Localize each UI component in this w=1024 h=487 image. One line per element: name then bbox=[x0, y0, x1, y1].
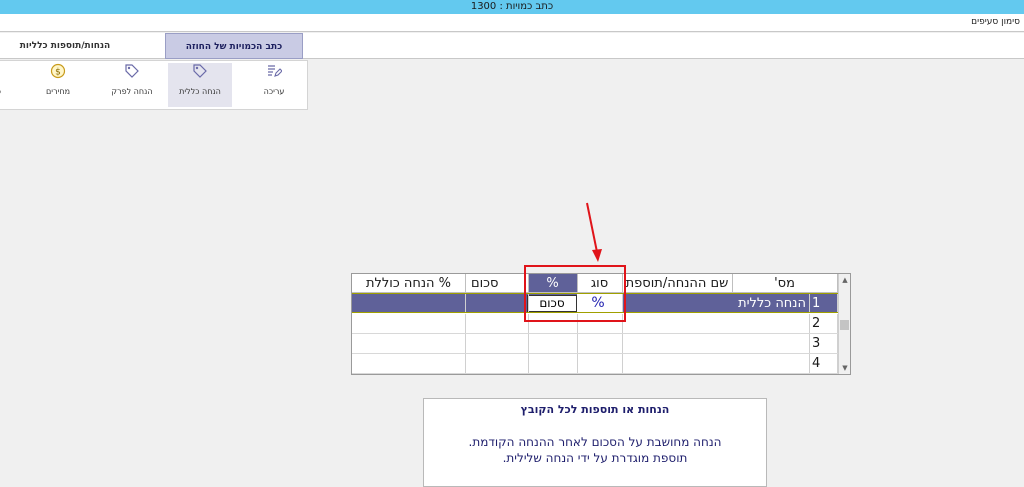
row-total bbox=[352, 294, 466, 312]
row-name[interactable] bbox=[622, 334, 810, 353]
header-amount: סכום bbox=[465, 274, 529, 293]
row-name[interactable] bbox=[622, 354, 810, 373]
scroll-thumb[interactable] bbox=[840, 320, 849, 330]
header-num: מס' bbox=[732, 274, 838, 293]
header-total: % הנחה כוללת bbox=[352, 274, 466, 293]
info-line-2: תוספת מוגדרת על ידי הנחה שלילית. bbox=[502, 451, 688, 465]
row-type[interactable] bbox=[577, 354, 623, 373]
grid-scrollbar[interactable]: ▲ ▼ bbox=[838, 274, 850, 374]
header-name: שם ההנחה/תוספת bbox=[622, 274, 733, 293]
row-type[interactable] bbox=[577, 334, 623, 353]
row-pct[interactable] bbox=[528, 334, 578, 353]
row-num: 1 bbox=[810, 294, 838, 312]
row-pct[interactable] bbox=[528, 354, 578, 373]
row-num: 2 bbox=[810, 314, 838, 333]
info-line-1: הנחה מחושבת על הסכום לאחר ההנחה הקודמת. bbox=[468, 435, 722, 449]
table-row[interactable]: 3 bbox=[352, 334, 838, 354]
row-num: 3 bbox=[810, 334, 838, 353]
row-amount[interactable] bbox=[465, 354, 529, 373]
row-name[interactable]: הנחה כללית bbox=[622, 294, 810, 312]
row-num: 4 bbox=[810, 354, 838, 373]
table-row[interactable]: 4 bbox=[352, 354, 838, 374]
row-amount[interactable] bbox=[465, 294, 529, 312]
info-title: הנחות או תוספות לכל הקובץ bbox=[520, 403, 670, 416]
row-amount[interactable] bbox=[465, 334, 529, 353]
row-name[interactable] bbox=[622, 314, 810, 333]
scroll-up-icon[interactable]: ▲ bbox=[839, 274, 851, 286]
row-amount[interactable] bbox=[465, 314, 529, 333]
scroll-down-icon[interactable]: ▼ bbox=[839, 362, 851, 374]
row-total bbox=[352, 334, 466, 353]
row-total bbox=[352, 354, 466, 373]
info-panel: הנחות או תוספות לכל הקובץ הנחה מחושבת על… bbox=[423, 398, 767, 487]
annotation-highlight-box bbox=[524, 265, 626, 322]
row-total bbox=[352, 314, 466, 333]
